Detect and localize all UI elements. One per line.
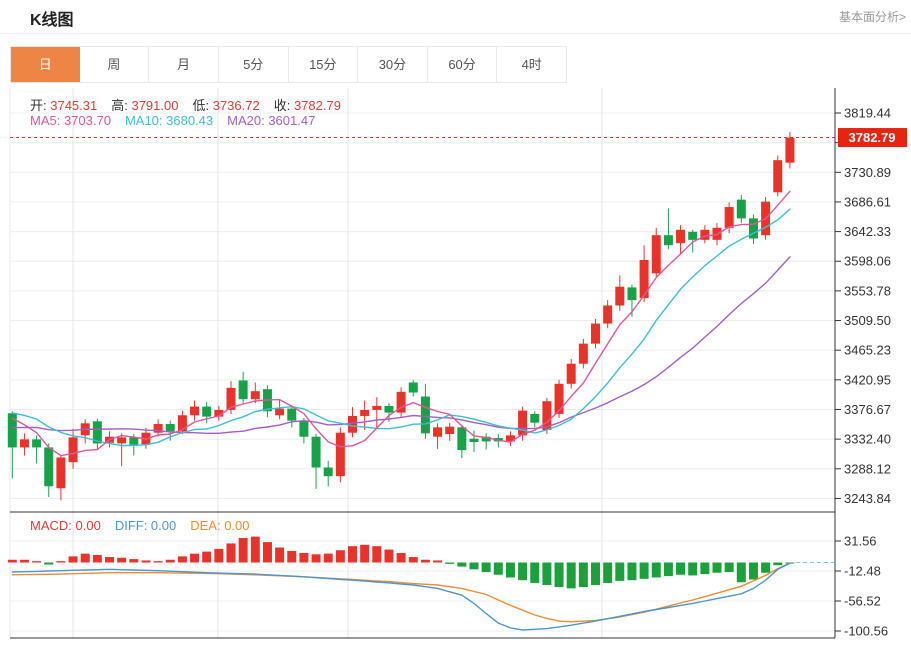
svg-text:-56.52: -56.52 bbox=[844, 594, 881, 609]
fundamental-analysis-link[interactable]: 基本面分析> bbox=[839, 8, 906, 25]
macd-info-row: MACD: 0.00 DIFF: 0.00 DEA: 0.00 bbox=[30, 518, 264, 533]
svg-text:3509.50: 3509.50 bbox=[844, 313, 891, 328]
tab-5min[interactable]: 5分 bbox=[219, 47, 289, 82]
macd-histogram bbox=[8, 537, 795, 589]
svg-text:3376.67: 3376.67 bbox=[844, 402, 891, 417]
ma-info-row: MA5: 3703.70 MA10: 3680.43 MA20: 3601.47 bbox=[30, 113, 329, 128]
macd-item-1: DIFF: 0.00 bbox=[115, 518, 176, 533]
macd-item-0: MACD: 0.00 bbox=[30, 518, 101, 533]
svg-text:3598.06: 3598.06 bbox=[844, 254, 891, 269]
svg-text:3730.89: 3730.89 bbox=[844, 165, 891, 180]
ma-item-0: MA5: 3703.70 bbox=[30, 113, 111, 128]
ohlc-item-2: 低: 3736.72 bbox=[192, 98, 259, 113]
tab-30min[interactable]: 30分 bbox=[358, 47, 428, 82]
ma-item-1: MA10: 3680.43 bbox=[125, 113, 213, 128]
ohlc-item-3: 收: 3782.79 bbox=[274, 98, 341, 113]
svg-text:3465.23: 3465.23 bbox=[844, 343, 891, 358]
ma-item-2: MA20: 3601.47 bbox=[227, 113, 315, 128]
tab-60min[interactable]: 60分 bbox=[428, 47, 498, 82]
kline-page: 3819.443775.163730.893686.613642.333598.… bbox=[0, 0, 911, 645]
y-axis: 3819.443775.163730.893686.613642.333598.… bbox=[10, 88, 891, 639]
tab-day[interactable]: 日 bbox=[11, 47, 80, 82]
header-divider bbox=[0, 33, 911, 34]
page-title: K线图 bbox=[30, 6, 74, 30]
ohlc-item-1: 高: 3791.00 bbox=[111, 98, 178, 113]
ohlc-item-0: 开: 3745.31 bbox=[30, 98, 97, 113]
svg-text:3553.78: 3553.78 bbox=[844, 283, 891, 298]
svg-text:3420.95: 3420.95 bbox=[844, 372, 891, 387]
price-label: 3782.79 bbox=[838, 128, 907, 147]
svg-text:3243.84: 3243.84 bbox=[844, 491, 891, 506]
svg-text:3686.61: 3686.61 bbox=[844, 194, 891, 209]
svg-text:3782.79: 3782.79 bbox=[849, 130, 896, 145]
macd-dea-line bbox=[12, 563, 790, 622]
grid-layer bbox=[10, 88, 835, 638]
svg-text:31.56: 31.56 bbox=[844, 534, 877, 549]
tab-15min[interactable]: 15分 bbox=[289, 47, 359, 82]
tab-4hour[interactable]: 4时 bbox=[497, 47, 566, 82]
svg-text:-100.56: -100.56 bbox=[844, 624, 888, 639]
svg-text:-12.48: -12.48 bbox=[844, 564, 881, 579]
macd-item-2: DEA: 0.00 bbox=[190, 518, 249, 533]
svg-text:3642.33: 3642.33 bbox=[844, 224, 891, 239]
svg-text:3332.40: 3332.40 bbox=[844, 432, 891, 447]
svg-text:3819.44: 3819.44 bbox=[844, 106, 891, 121]
tab-week[interactable]: 周 bbox=[80, 47, 150, 82]
svg-text:3288.12: 3288.12 bbox=[844, 461, 891, 476]
ohlc-info-row: 开: 3745.31 高: 3791.00 低: 3736.72 收: 3782.79 bbox=[30, 95, 355, 114]
tab-month[interactable]: 月 bbox=[149, 47, 219, 82]
interval-tabbar: 日周月5分15分30分60分4时 bbox=[10, 46, 567, 83]
